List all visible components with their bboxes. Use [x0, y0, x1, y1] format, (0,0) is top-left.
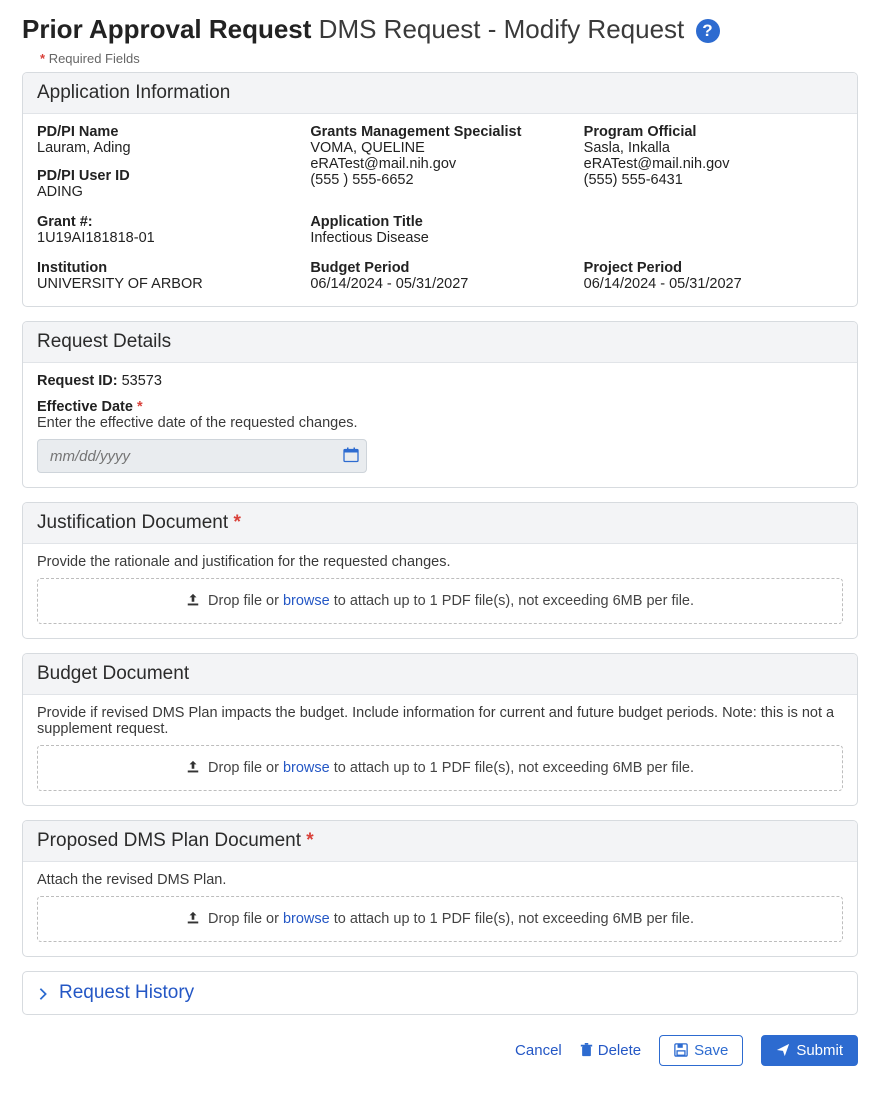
pdpi-name-label: PD/PI Name — [37, 124, 296, 140]
budget-doc-panel: Budget Document Provide if revised DMS P… — [22, 653, 858, 806]
effective-date-label: Effective Date — [37, 399, 133, 415]
paper-plane-icon — [776, 1042, 790, 1059]
request-history-title: Request History — [59, 982, 194, 1004]
institution-value: UNIVERSITY OF ARBOR — [37, 276, 296, 292]
project-period-value: 06/14/2024 - 05/31/2027 — [584, 276, 843, 292]
drop-text-prefix: Drop file or — [208, 911, 283, 927]
drop-text-prefix: Drop file or — [208, 593, 283, 609]
gms-block: Grants Management Specialist VOMA, QUELI… — [310, 124, 569, 200]
asterisk-icon: * — [233, 512, 240, 533]
delete-button[interactable]: Delete — [580, 1042, 641, 1059]
justification-panel: Justification Document * Provide the rat… — [22, 502, 858, 639]
upload-icon — [186, 593, 204, 609]
drop-text-suffix: to attach up to 1 PDF file(s), not excee… — [330, 760, 694, 776]
trash-icon — [580, 1042, 593, 1059]
drop-text-prefix: Drop file or — [208, 760, 283, 776]
app-title-value: Infectious Disease — [310, 230, 569, 246]
institution-label: Institution — [37, 260, 296, 276]
drop-text-suffix: to attach up to 1 PDF file(s), not excee… — [330, 911, 694, 927]
effective-date-field-wrap — [37, 439, 367, 473]
help-icon[interactable]: ? — [696, 19, 720, 43]
application-info-header: Application Information — [23, 73, 857, 114]
pdpi-name-value: Lauram, Ading — [37, 140, 296, 156]
justification-header-text: Justification Document — [37, 512, 228, 533]
request-history-toggle[interactable]: Request History — [23, 972, 857, 1014]
project-period-block: Project Period 06/14/2024 - 05/31/2027 — [584, 260, 843, 292]
pdpi-name-block: PD/PI Name Lauram, Ading PD/PI User ID A… — [37, 124, 296, 200]
justification-header: Justification Document * — [23, 503, 857, 544]
po-label: Program Official — [584, 124, 843, 140]
justification-help: Provide the rationale and justification … — [37, 554, 843, 570]
cancel-button[interactable]: Cancel — [515, 1042, 562, 1059]
gms-phone: (555 ) 555-6652 — [310, 172, 569, 188]
page-title: Prior Approval Request DMS Request - Mod… — [22, 14, 858, 45]
asterisk-icon: * — [306, 830, 313, 851]
required-note: * Required Fields — [40, 51, 858, 66]
app-title-label: Application Title — [310, 214, 569, 230]
save-button[interactable]: Save — [659, 1035, 743, 1066]
proposed-dms-header: Proposed DMS Plan Document * — [23, 821, 857, 862]
effective-date-help: Enter the effective date of the requeste… — [37, 415, 843, 431]
browse-link[interactable]: browse — [283, 593, 330, 609]
po-block: Program Official Sasla, Inkalla eRATest@… — [584, 124, 843, 200]
request-details-header: Request Details — [23, 322, 857, 363]
app-title-block: Application Title Infectious Disease — [310, 214, 569, 246]
proposed-dms-header-text: Proposed DMS Plan Document — [37, 830, 301, 851]
po-phone: (555) 555-6431 — [584, 172, 843, 188]
asterisk-icon: * — [40, 51, 45, 66]
budget-period-label: Budget Period — [310, 260, 569, 276]
budget-dropzone[interactable]: Drop file or browse to attach up to 1 PD… — [37, 745, 843, 791]
project-period-label: Project Period — [584, 260, 843, 276]
pdpi-user-label: PD/PI User ID — [37, 168, 296, 184]
budget-period-block: Budget Period 06/14/2024 - 05/31/2027 — [310, 260, 569, 292]
request-id-label: Request ID: — [37, 373, 118, 389]
browse-link[interactable]: browse — [283, 911, 330, 927]
chevron-right-icon — [37, 983, 49, 1004]
submit-button[interactable]: Submit — [761, 1035, 858, 1066]
justification-dropzone[interactable]: Drop file or browse to attach up to 1 PD… — [37, 578, 843, 624]
budget-period-value: 06/14/2024 - 05/31/2027 — [310, 276, 569, 292]
page-title-sub: DMS Request - Modify Request — [319, 14, 685, 44]
budget-doc-help: Provide if revised DMS Plan impacts the … — [37, 705, 843, 737]
po-email: eRATest@mail.nih.gov — [584, 156, 843, 172]
proposed-dms-dropzone[interactable]: Drop file or browse to attach up to 1 PD… — [37, 896, 843, 942]
application-info-panel: Application Information PD/PI Name Laura… — [22, 72, 858, 307]
effective-date-input[interactable] — [37, 439, 367, 473]
grant-label: Grant #: — [37, 214, 296, 230]
page-title-main: Prior Approval Request — [22, 14, 311, 44]
browse-link[interactable]: browse — [283, 760, 330, 776]
save-label: Save — [694, 1042, 728, 1059]
required-note-text: Required Fields — [49, 51, 140, 66]
upload-icon — [186, 911, 204, 927]
po-name: Sasla, Inkalla — [584, 140, 843, 156]
grant-value: 1U19AI181818-01 — [37, 230, 296, 246]
request-id-value: 53573 — [122, 373, 162, 389]
institution-block: Institution UNIVERSITY OF ARBOR — [37, 260, 296, 292]
request-history-panel: Request History — [22, 971, 858, 1015]
gms-email: eRATest@mail.nih.gov — [310, 156, 569, 172]
proposed-dms-help: Attach the revised DMS Plan. — [37, 872, 843, 888]
delete-label: Delete — [598, 1042, 641, 1059]
gms-name: VOMA, QUELINE — [310, 140, 569, 156]
budget-doc-header: Budget Document — [23, 654, 857, 695]
drop-text-suffix: to attach up to 1 PDF file(s), not excee… — [330, 593, 694, 609]
proposed-dms-panel: Proposed DMS Plan Document * Attach the … — [22, 820, 858, 957]
request-id-row: Request ID: 53573 — [37, 373, 843, 389]
pdpi-user-value: ADING — [37, 184, 296, 200]
grant-block: Grant #: 1U19AI181818-01 — [37, 214, 296, 246]
save-icon — [674, 1042, 688, 1059]
gms-label: Grants Management Specialist — [310, 124, 569, 140]
upload-icon — [186, 760, 204, 776]
asterisk-icon: * — [137, 399, 143, 415]
effective-date-row: Effective Date * — [37, 399, 843, 415]
action-bar: Cancel Delete Save Submit — [22, 1035, 858, 1066]
request-details-panel: Request Details Request ID: 53573 Effect… — [22, 321, 858, 488]
submit-label: Submit — [796, 1042, 843, 1059]
